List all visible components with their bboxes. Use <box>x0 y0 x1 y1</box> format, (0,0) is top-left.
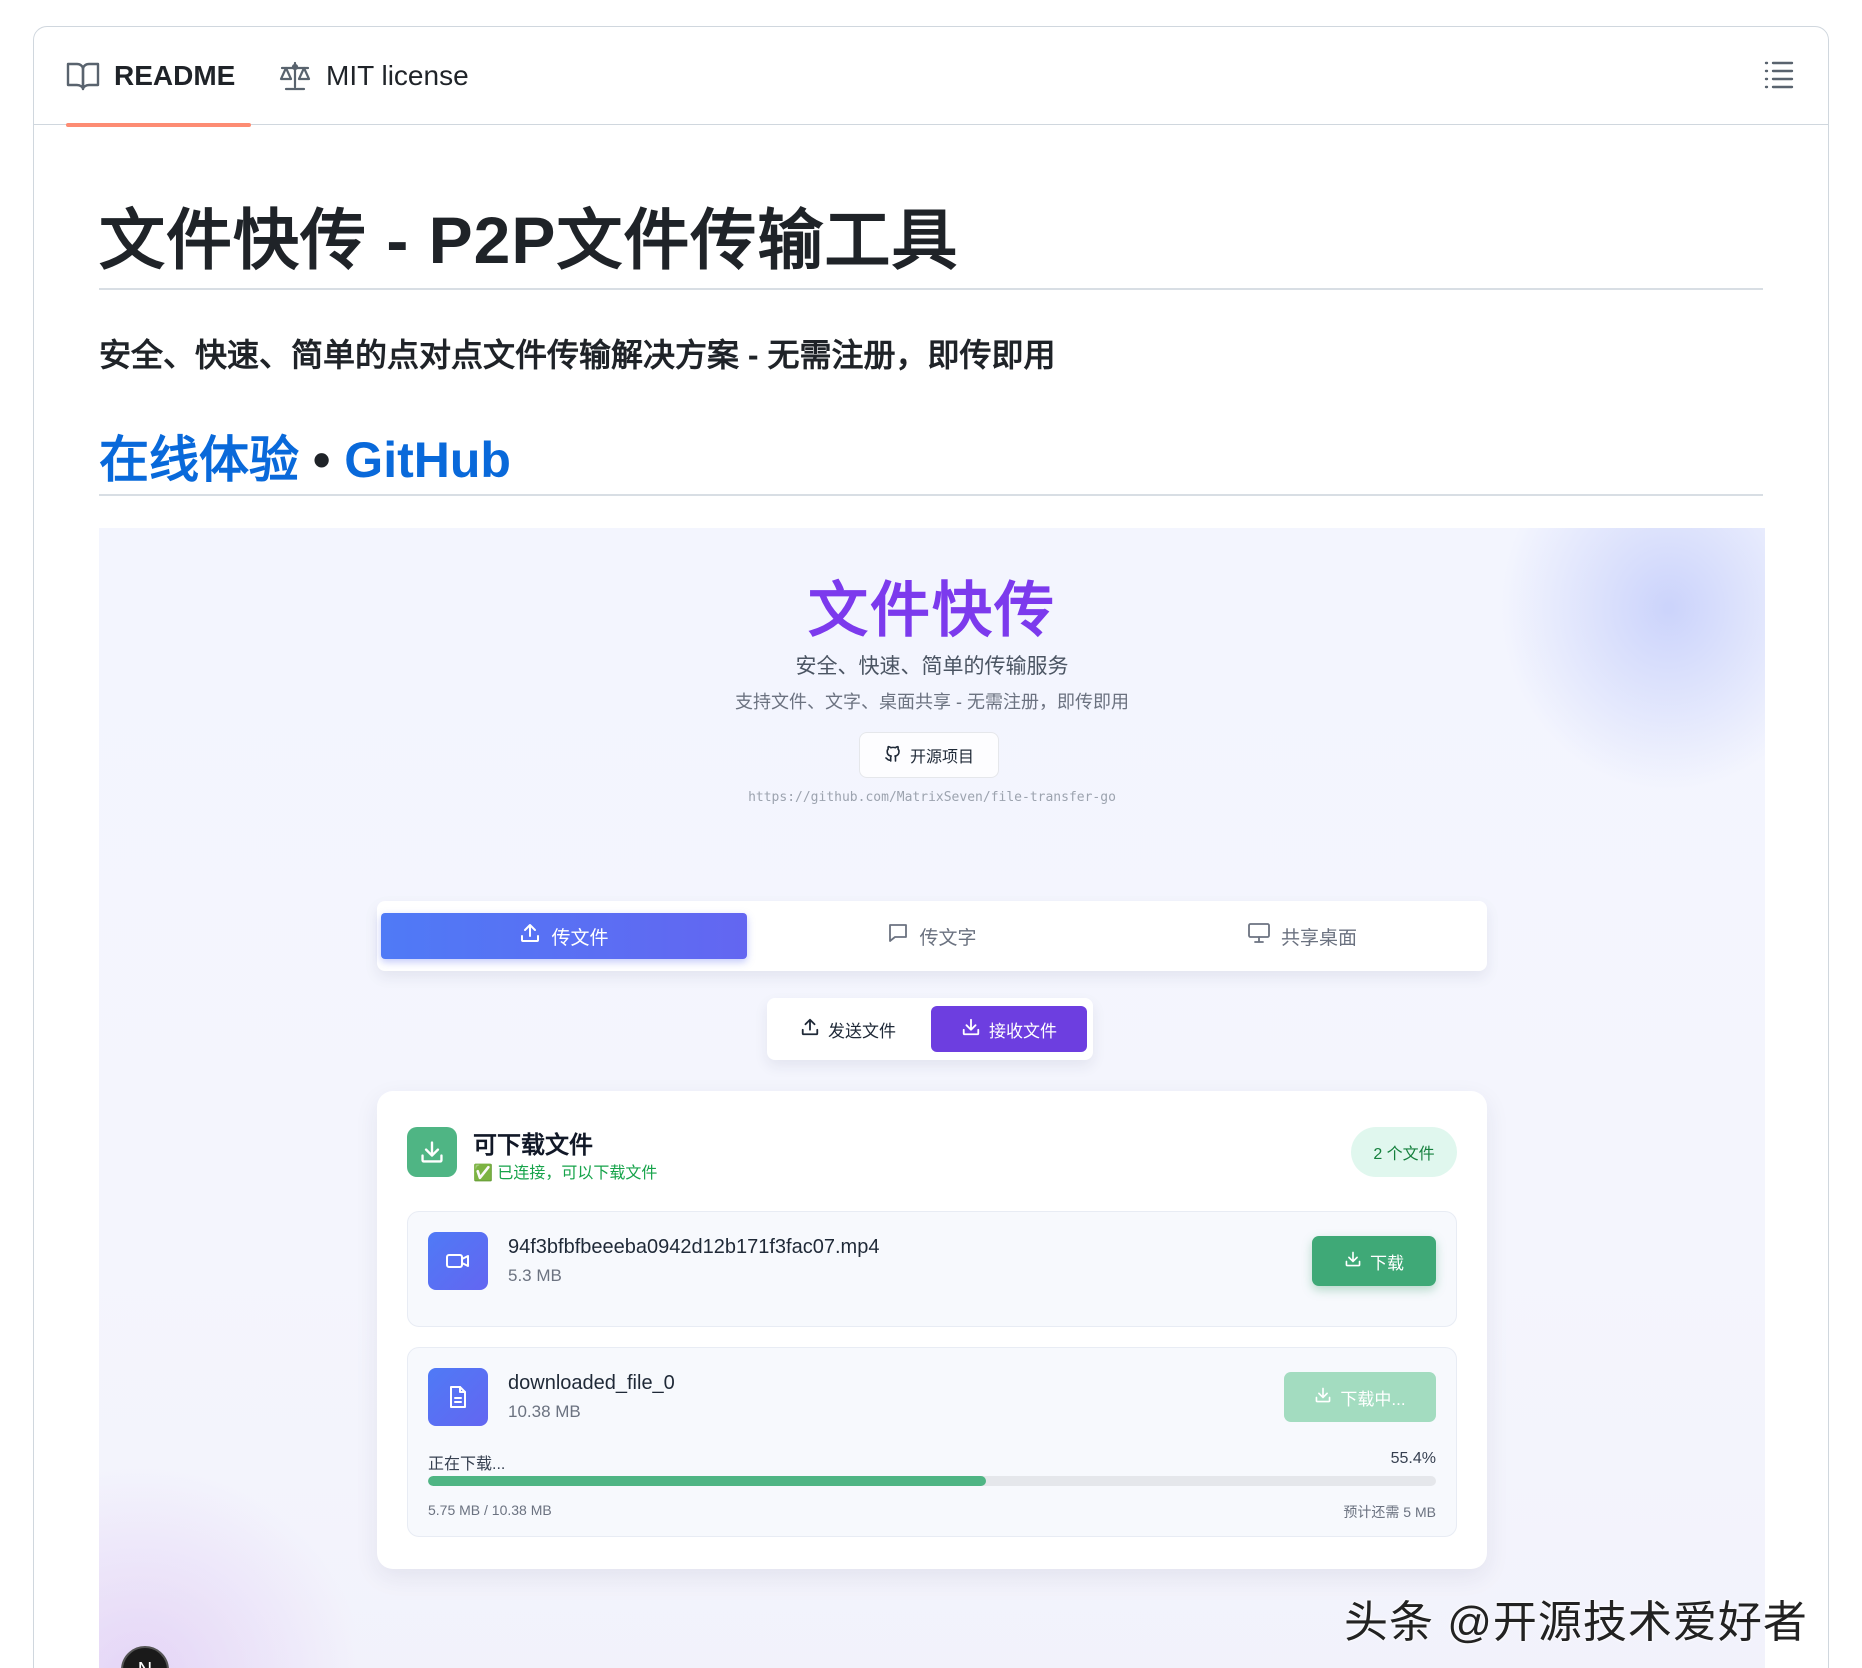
file-name: 94f3bfbfbeeeba0942d12b171f3fac07.mp4 <box>508 1236 880 1258</box>
tab-license[interactable]: MIT license <box>278 27 469 125</box>
open-source-button[interactable]: 开源项目 <box>859 732 999 778</box>
file-size: 5.3 MB <box>508 1266 562 1285</box>
downloading-button-label: 下载中... <box>1340 1389 1406 1409</box>
download-button-label: 下载 <box>1370 1253 1404 1273</box>
progress-eta: 预计还需 5 MB <box>1343 1504 1436 1520</box>
tab-send-file[interactable]: 传文件 <box>381 913 747 959</box>
tab-send-text[interactable]: 传文字 <box>747 913 1117 959</box>
download-button[interactable]: 下载 <box>1312 1236 1436 1286</box>
message-icon <box>887 922 909 950</box>
app-features: 支持文件、文字、桌面共享 - 无需注册，即传即用 <box>735 692 1129 712</box>
table-of-contents-icon[interactable] <box>1764 59 1794 94</box>
send-file-button[interactable]: 发送文件 <box>773 1006 923 1052</box>
card-title: 可下载文件 <box>473 1132 593 1159</box>
video-icon <box>428 1232 488 1290</box>
watermark: 头条 @开源技术爱好者 <box>1344 1598 1808 1647</box>
github-icon <box>884 744 902 767</box>
readme-container: README MIT license 文件快传 - P2P文件传输工具 安全、快… <box>33 26 1829 1668</box>
app-screenshot: 文件快传 安全、快速、简单的传输服务 支持文件、文字、桌面共享 - 无需注册，即… <box>99 528 1765 1668</box>
links-heading: 在线体验 • GitHub <box>99 420 511 492</box>
monitor-icon <box>1247 922 1271 950</box>
book-icon <box>66 61 100 91</box>
readme-tabbar: README MIT license <box>34 27 1828 127</box>
progress-bar-fill <box>428 1476 987 1486</box>
file-count-badge: 2 个文件 <box>1351 1127 1457 1177</box>
progress-label: 正在下载... <box>428 1456 506 1473</box>
demo-link[interactable]: 在线体验 <box>99 432 299 488</box>
receive-file-button[interactable]: 接收文件 <box>931 1006 1087 1052</box>
tab-share-desktop-label: 共享桌面 <box>1280 927 1357 949</box>
upload-icon <box>519 922 541 950</box>
file-item: downloaded_file_0 10.38 MB 下载中... 正在下载..… <box>407 1347 1457 1537</box>
tab-readme[interactable]: README <box>66 27 252 127</box>
connection-status: ✅ 已连接，可以下载文件 <box>473 1165 658 1182</box>
tab-send-file-label: 传文件 <box>551 927 609 949</box>
downloadable-files-card: 可下载文件 ✅ 已连接，可以下载文件 2 个文件 94f3bfbfbeeeba0… <box>377 1091 1487 1569</box>
links-divider <box>99 494 1763 496</box>
app-title: 文件快传 <box>808 577 1056 644</box>
send-receive-toggle: 发送文件 接收文件 <box>767 998 1093 1060</box>
nextjs-badge[interactable]: N <box>121 1646 169 1668</box>
page-title: 文件快传 - P2P文件传输工具 <box>99 203 959 277</box>
downloading-button[interactable]: 下载中... <box>1284 1372 1436 1422</box>
scale-icon <box>278 61 312 91</box>
send-file-label: 发送文件 <box>828 1021 896 1041</box>
file-item: 94f3bfbfbeeeba0942d12b171f3fac07.mp4 5.3… <box>407 1211 1457 1327</box>
mode-tabs: 传文件 传文字 共享桌面 <box>377 901 1487 971</box>
progress-bytes: 5.75 MB / 10.38 MB <box>428 1502 552 1518</box>
receive-file-label: 接收文件 <box>989 1021 1057 1041</box>
tab-share-desktop[interactable]: 共享桌面 <box>1117 913 1487 959</box>
file-size: 10.38 MB <box>508 1402 581 1421</box>
document-icon <box>428 1368 488 1426</box>
tab-send-text-label: 传文字 <box>919 927 977 949</box>
tab-license-label: MIT license <box>326 60 469 91</box>
title-divider <box>99 288 1763 290</box>
file-name: downloaded_file_0 <box>508 1372 675 1394</box>
app-tagline: 安全、快速、简单的传输服务 <box>795 655 1069 678</box>
download-icon <box>961 1017 981 1042</box>
repo-url[interactable]: https://github.com/MatrixSeven/file-tran… <box>99 790 1765 805</box>
open-source-label: 开源项目 <box>909 749 974 766</box>
download-icon <box>407 1127 457 1177</box>
tab-readme-label: README <box>114 60 236 91</box>
download-icon <box>1344 1250 1362 1273</box>
github-link[interactable]: GitHub <box>344 432 511 488</box>
progress-bar <box>428 1476 1436 1486</box>
download-icon <box>1314 1386 1332 1409</box>
link-separator: • <box>299 432 345 488</box>
page-subtitle: 安全、快速、简单的点对点文件传输解决方案 - 无需注册，即传即用 <box>99 337 1056 373</box>
progress-percent: 55.4% <box>1390 1450 1436 1467</box>
upload-icon <box>800 1017 820 1042</box>
